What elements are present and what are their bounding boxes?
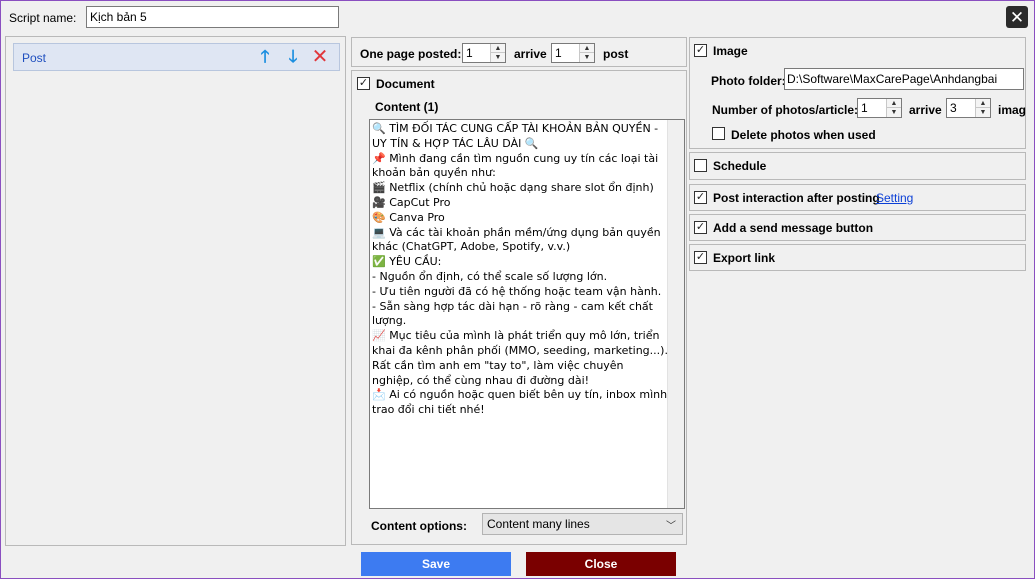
posts-to-value: 1: [555, 46, 562, 60]
document-panel: ✓ Document Content (1) 🔍 TÌM ĐỐI TÁC CUN…: [351, 70, 687, 545]
image-panel: ✓ Image Photo folder: D:\Software\MaxCar…: [689, 37, 1026, 149]
post-unit-label: post: [603, 47, 629, 61]
one-page-posted-label: One page posted:: [360, 47, 462, 61]
content-options-value: Content many lines: [487, 517, 590, 531]
photos-arrive-label: arrive: [909, 103, 942, 117]
script-name-label: Script name:: [9, 11, 77, 25]
posts-to-stepper-buttons: ▲ ▼: [579, 44, 594, 62]
arrow-up-icon[interactable]: 🡑: [256, 47, 274, 67]
photo-folder-label: Photo folder:: [711, 74, 786, 88]
arrow-down-icon[interactable]: 🡓: [284, 47, 302, 67]
stepper-down-icon[interactable]: ▼: [491, 53, 505, 62]
post-interaction-label: Post interaction after posting: [713, 191, 880, 205]
send-message-panel: ✓ Add a send message button: [689, 214, 1026, 241]
photos-to-stepper[interactable]: 3 ▲ ▼: [946, 98, 991, 118]
photo-folder-value: D:\Software\MaxCarePage\Anhdangbai: [787, 72, 998, 86]
post-interaction-panel: ✓ Post interaction after posting Setting: [689, 184, 1026, 211]
content-scrollbar[interactable]: [667, 120, 684, 508]
chevron-down-icon: ﹀: [666, 521, 676, 532]
photos-per-article-label: Number of photos/article:: [712, 103, 859, 117]
schedule-label: Schedule: [713, 159, 767, 173]
close-icon[interactable]: ✕: [1006, 6, 1028, 28]
photos-to-stepper-buttons: ▲ ▼: [975, 99, 990, 117]
post-interaction-checkbox[interactable]: ✓: [694, 191, 707, 204]
photos-from-value: 1: [861, 101, 868, 115]
content-text: 🔍 TÌM ĐỐI TÁC CUNG CẤP TÀI KHOẢN BẢN QUY…: [372, 122, 668, 417]
close-button-label: Close: [584, 557, 618, 571]
posts-from-stepper[interactable]: 1 ▲ ▼: [462, 43, 506, 63]
photos-unit-label: imag: [998, 103, 1027, 117]
posts-to-stepper[interactable]: 1 ▲ ▼: [551, 43, 595, 63]
stepper-down-icon[interactable]: ▼: [976, 108, 990, 117]
post-list-panel: Post 🡑 🡓 ✕: [5, 36, 346, 546]
interaction-setting-link[interactable]: Setting: [876, 191, 913, 205]
image-checkbox[interactable]: ✓: [694, 44, 707, 57]
posts-from-stepper-buttons: ▲ ▼: [490, 44, 505, 62]
stepper-down-icon[interactable]: ▼: [887, 108, 901, 117]
stepper-up-icon[interactable]: ▲: [976, 99, 990, 108]
script-name-input[interactable]: [86, 6, 339, 28]
delete-photos-checkbox[interactable]: [712, 127, 725, 140]
close-button[interactable]: Close: [526, 552, 676, 576]
content-label: Content (1): [375, 100, 439, 114]
content-options-select[interactable]: Content many lines ﹀: [482, 513, 683, 535]
schedule-checkbox[interactable]: [694, 159, 707, 172]
check-mark-icon: ✓: [695, 44, 706, 56]
content-textarea[interactable]: 🔍 TÌM ĐỐI TÁC CUNG CẤP TÀI KHOẢN BẢN QUY…: [369, 119, 685, 509]
footer-bar: Save Close: [1, 548, 1034, 579]
photos-from-stepper-buttons: ▲ ▼: [886, 99, 901, 117]
photos-from-stepper[interactable]: 1 ▲ ▼: [857, 98, 902, 118]
check-mark-icon: ✓: [695, 191, 706, 203]
posts-from-value: 1: [466, 46, 473, 60]
stepper-up-icon[interactable]: ▲: [580, 44, 594, 53]
posting-range-panel: One page posted: 1 ▲ ▼ arrive 1 ▲ ▼ post: [351, 37, 687, 67]
top-bar: Script name: ✕: [1, 1, 1034, 35]
stepper-up-icon[interactable]: ▲: [887, 99, 901, 108]
save-button[interactable]: Save: [361, 552, 511, 576]
post-list-item[interactable]: Post 🡑 🡓 ✕: [13, 43, 340, 71]
send-message-label: Add a send message button: [713, 221, 874, 235]
export-link-panel: ✓ Export link: [689, 244, 1026, 271]
document-checkbox[interactable]: ✓: [357, 77, 370, 90]
image-label: Image: [713, 44, 748, 58]
posts-arrive-label: arrive: [514, 47, 547, 61]
remove-icon[interactable]: ✕: [311, 47, 329, 67]
send-message-checkbox[interactable]: ✓: [694, 221, 707, 234]
content-options-label: Content options:: [371, 519, 467, 533]
document-label: Document: [376, 77, 435, 91]
photo-folder-input[interactable]: D:\Software\MaxCarePage\Anhdangbai: [784, 68, 1024, 90]
check-mark-icon: ✓: [358, 77, 369, 89]
photos-to-value: 3: [950, 101, 957, 115]
check-mark-icon: ✓: [695, 251, 706, 263]
save-button-label: Save: [421, 557, 451, 571]
delete-photos-label: Delete photos when used: [731, 128, 876, 142]
check-mark-icon: ✓: [695, 221, 706, 233]
stepper-down-icon[interactable]: ▼: [580, 53, 594, 62]
export-link-label: Export link: [713, 251, 776, 265]
schedule-panel: Schedule: [689, 152, 1026, 180]
export-link-checkbox[interactable]: ✓: [694, 251, 707, 264]
script-editor-window: Script name: ✕ Post 🡑 🡓 ✕ One page poste…: [0, 0, 1035, 579]
stepper-up-icon[interactable]: ▲: [491, 44, 505, 53]
post-item-label: Post: [22, 51, 47, 65]
